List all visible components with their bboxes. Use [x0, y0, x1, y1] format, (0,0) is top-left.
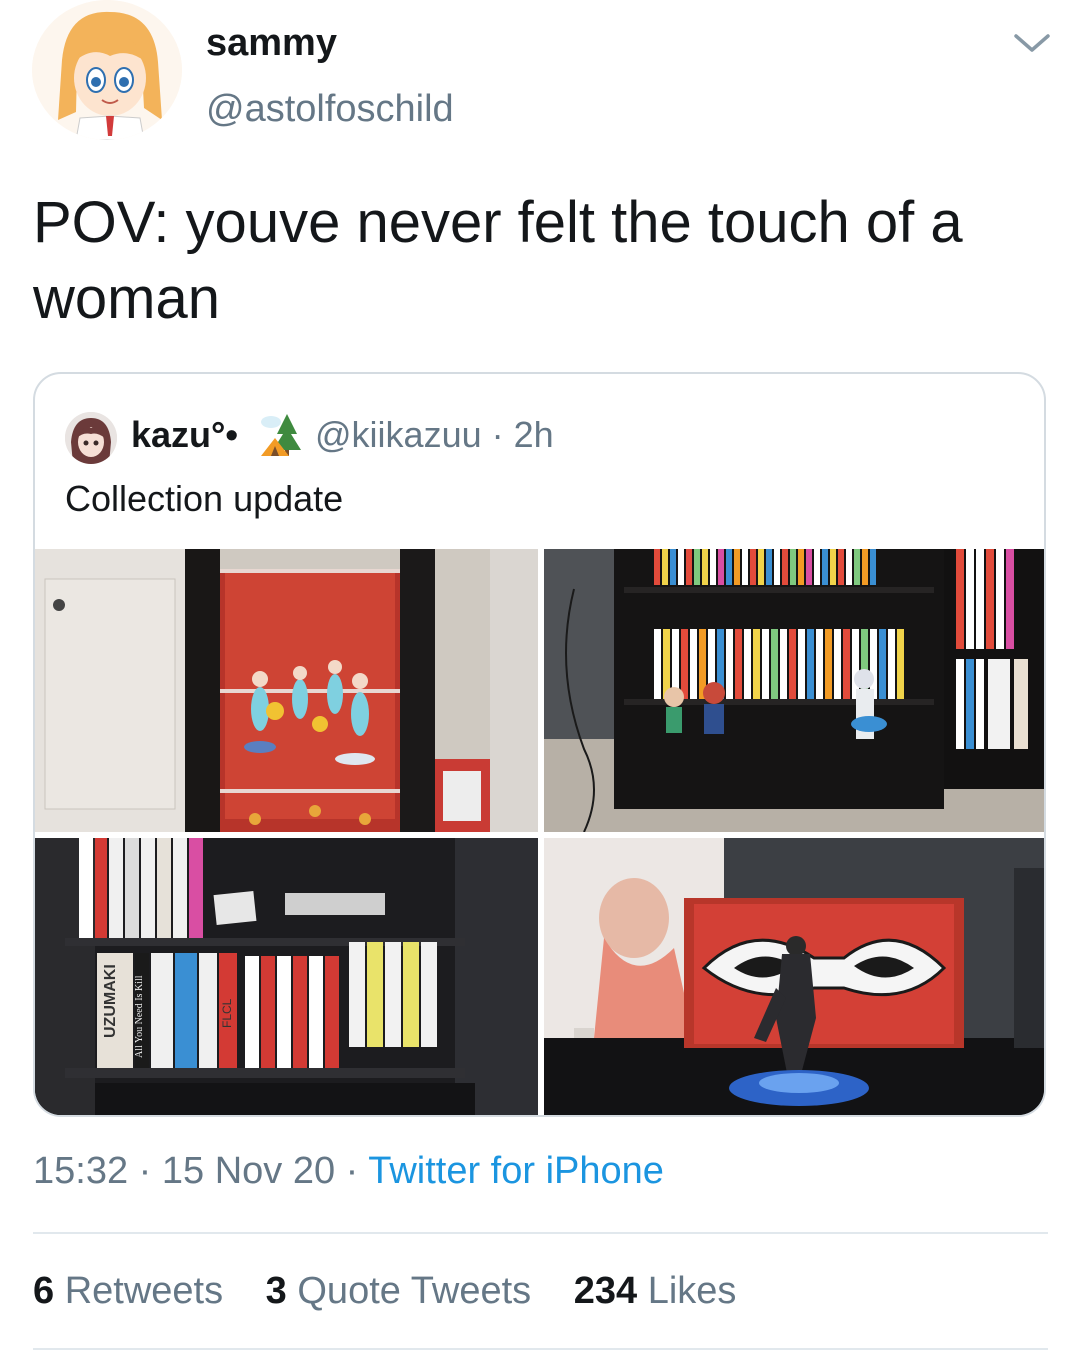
tweet-time[interactable]: 15:32 — [33, 1150, 128, 1192]
quoted-photo-1[interactable] — [35, 549, 538, 832]
photo-persona-figure — [544, 838, 1044, 1115]
quoted-author-display-name[interactable]: kazu°• — [131, 414, 238, 456]
likes-stat[interactable]: 234 Likes — [574, 1270, 737, 1312]
quote-tweets-stat[interactable]: 3 Quote Tweets — [266, 1270, 531, 1312]
tweet-date[interactable]: 15 Nov 20 — [162, 1150, 335, 1192]
quote-tweets-label: Quote Tweets — [297, 1270, 532, 1312]
quoted-tweet-time: · 2h — [491, 414, 554, 455]
tweet-menu-button[interactable] — [1012, 30, 1052, 56]
quoted-photo-3[interactable]: UZUMAKI All You Need Is Kill FLCL — [35, 838, 538, 1115]
quoted-tweet-text: Collection update — [65, 478, 344, 519]
tweet-source-link[interactable]: Twitter for iPhone — [368, 1150, 664, 1192]
chevron-down-icon — [1014, 34, 1050, 52]
author-display-name[interactable]: sammy — [206, 22, 337, 65]
anime-girl-avatar-icon — [32, 0, 182, 140]
author-handle[interactable]: @astolfoschild — [206, 88, 454, 131]
quoted-photo-2[interactable] — [544, 549, 1044, 832]
spine-text-flcl: FLCL — [220, 998, 234, 1028]
quoted-author-handle-time[interactable]: @kiikazuu · 2h — [315, 414, 554, 456]
quoted-author-handle[interactable]: @kiikazuu — [315, 414, 482, 455]
quoted-author-avatar[interactable] — [65, 412, 117, 464]
meta-separator: · — [138, 1150, 152, 1192]
name-emoji — [257, 410, 313, 463]
photo-cabinet-figures — [35, 549, 538, 832]
quote-tweets-count: 3 — [265, 1270, 287, 1312]
photo-bookshelf-manga — [544, 549, 1044, 832]
meta-separator: · — [345, 1150, 359, 1192]
author-avatar[interactable] — [32, 0, 182, 140]
retweets-label: Retweets — [64, 1270, 224, 1312]
engagement-stats: 6 Retweets 3 Quote Tweets 234 Likes — [33, 1270, 768, 1313]
quoted-tweet-card[interactable]: kazu°• @kiikazuu · 2h Collection update — [33, 372, 1046, 1117]
likes-label: Likes — [647, 1270, 737, 1312]
retweets-stat[interactable]: 6 Retweets — [33, 1270, 223, 1312]
tweet-meta: 15:32 · 15 Nov 20 · Twitter for iPhone — [33, 1150, 664, 1193]
spine-text-all-you-need: All You Need Is Kill — [134, 975, 145, 1058]
camping-tent-icon — [261, 414, 301, 456]
likes-count: 234 — [573, 1270, 638, 1312]
volumes-top — [79, 838, 203, 938]
tweet-text: POV: youve never felt the touch of a wom… — [33, 190, 963, 331]
spine-text-uzumaki: UZUMAKI — [102, 964, 119, 1038]
divider — [33, 1232, 1048, 1234]
quoted-photo-4[interactable] — [544, 838, 1044, 1115]
photo-bookshelf-volumes: UZUMAKI All You Need Is Kill FLCL — [35, 838, 538, 1115]
anime-character-avatar-icon — [65, 412, 117, 464]
retweets-count: 6 — [33, 1270, 55, 1312]
divider — [33, 1348, 1048, 1350]
